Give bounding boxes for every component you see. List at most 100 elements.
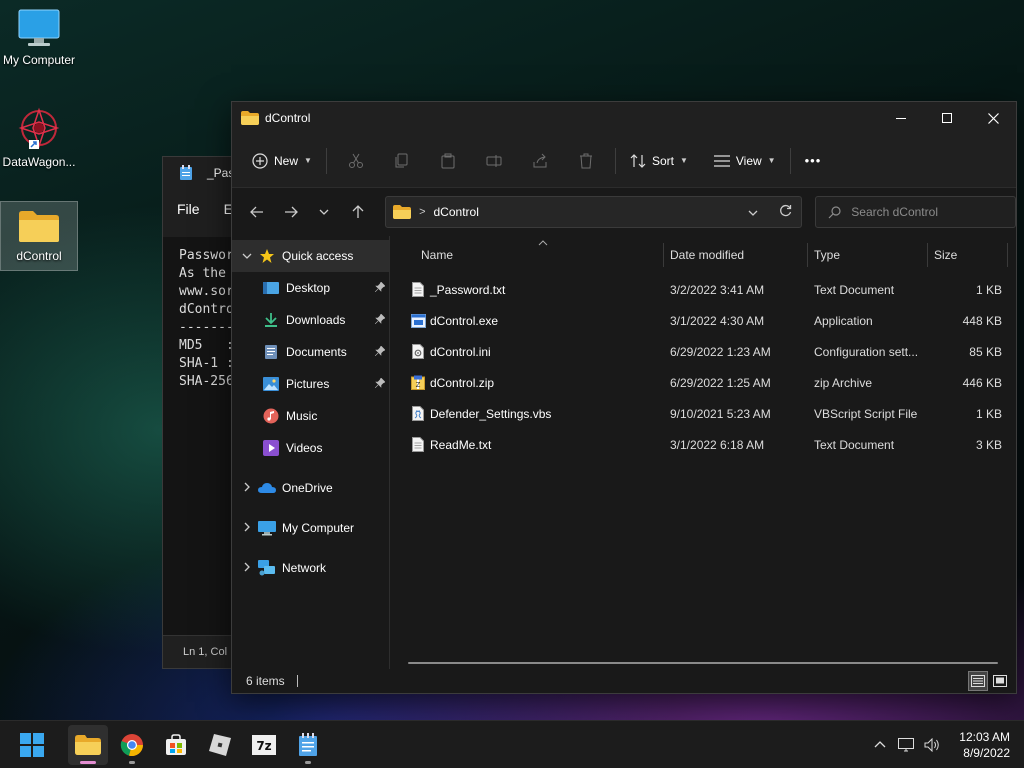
rename-button[interactable] <box>471 145 517 177</box>
column-header-date[interactable]: Date modified <box>664 243 808 267</box>
clipboard-icon <box>441 153 455 168</box>
copy-icon <box>395 153 408 167</box>
nav-label: Desktop <box>286 281 331 295</box>
forward-button[interactable] <box>274 196 308 228</box>
file-row[interactable]: dControl.exe 3/1/2022 4:30 AM Applicatio… <box>390 305 1016 336</box>
nav-onedrive[interactable]: OneDrive <box>232 472 389 504</box>
explorer-titlebar[interactable]: dControl <box>232 102 1016 134</box>
column-header-name[interactable]: Name <box>390 243 664 267</box>
up-button[interactable] <box>341 196 375 228</box>
arrow-up-icon <box>352 205 364 218</box>
file-type: Configuration sett... <box>814 344 919 359</box>
text-file-icon <box>410 437 426 453</box>
desktop-icon-my-computer[interactable]: My Computer <box>0 8 78 78</box>
folder-icon <box>393 205 412 219</box>
search-box[interactable] <box>815 196 1016 228</box>
taskbar-store[interactable] <box>156 725 196 765</box>
clock[interactable]: 12:03 AM 8/9/2022 <box>959 729 1010 761</box>
show-hidden-icons-button[interactable] <box>871 736 889 754</box>
nav-desktop[interactable]: Desktop <box>232 272 389 304</box>
breadcrumb-chevron-icon: > <box>419 206 426 218</box>
file-size: 1 KB <box>975 406 1002 421</box>
view-button[interactable]: View ▼ <box>706 145 784 177</box>
navigation-bar: > dControl <box>232 188 1016 236</box>
file-row[interactable]: Z dControl.zip 6/29/2022 1:25 AM zip Arc… <box>390 367 1016 398</box>
file-row[interactable]: _Password.txt 3/2/2022 3:41 AM Text Docu… <box>390 274 1016 305</box>
chevron-right-icon[interactable] <box>236 522 258 534</box>
desktop-icon-dcontrol[interactable]: dControl <box>0 201 78 271</box>
delete-button[interactable] <box>563 145 609 177</box>
maximize-icon <box>942 113 952 123</box>
nav-quick-access[interactable]: Quick access <box>232 240 389 272</box>
details-view-button[interactable] <box>968 671 988 691</box>
file-name: _Password.txt <box>430 282 506 297</box>
start-button[interactable] <box>12 725 52 765</box>
chevron-down-icon <box>319 209 329 215</box>
taskbar-roblox[interactable] <box>200 725 240 765</box>
chrome-icon <box>120 733 144 756</box>
nav-label: Quick access <box>282 249 354 263</box>
nav-documents[interactable]: Documents <box>232 336 389 368</box>
new-button[interactable]: New ▼ <box>244 145 320 177</box>
address-dropdown-button[interactable] <box>737 205 769 219</box>
file-row[interactable]: dControl.ini 6/29/2022 1:23 AM Configura… <box>390 336 1016 367</box>
taskbar-chrome[interactable] <box>112 725 152 765</box>
volume-tray-button[interactable] <box>923 736 941 754</box>
nav-network[interactable]: Network <box>232 552 389 584</box>
nav-my-computer[interactable]: My Computer <box>232 512 389 544</box>
nav-videos[interactable]: Videos <box>232 432 389 464</box>
file-explorer-window[interactable]: dControl New ▼ Sort ▼ View ▼ ••• > dCont… <box>231 101 1017 694</box>
file-row[interactable]: ReadMe.txt 3/1/2022 6:18 AM Text Documen… <box>390 429 1016 460</box>
status-bar: 6 items <box>232 669 1016 693</box>
notepad-menu-file[interactable]: File <box>177 201 200 217</box>
download-icon <box>262 312 280 328</box>
sort-button[interactable]: Sort ▼ <box>622 145 696 177</box>
file-name: dControl.exe <box>430 313 499 328</box>
taskbar-7zip[interactable]: 7z <box>244 725 284 765</box>
more-options-button[interactable]: ••• <box>797 145 830 177</box>
paste-button[interactable] <box>425 145 471 177</box>
horizontal-scrollbar[interactable] <box>408 662 998 664</box>
copy-button[interactable] <box>379 145 425 177</box>
nav-downloads[interactable]: Downloads <box>232 304 389 336</box>
close-button[interactable] <box>970 102 1016 134</box>
file-row[interactable]: Defender_Settings.vbs 9/10/2021 5:23 AM … <box>390 398 1016 429</box>
network-tray-button[interactable] <box>897 736 915 754</box>
maximize-button[interactable] <box>924 102 970 134</box>
breadcrumb-folder[interactable]: dControl <box>434 205 479 219</box>
search-icon <box>828 205 841 218</box>
new-button-label: New <box>274 153 299 168</box>
pin-icon <box>374 312 386 327</box>
tiles-view-button[interactable] <box>990 671 1010 691</box>
column-header-type[interactable]: Type <box>808 243 928 267</box>
store-bag-icon <box>166 733 186 755</box>
recent-locations-button[interactable] <box>308 196 342 228</box>
chevron-right-icon[interactable] <box>236 482 258 494</box>
back-button[interactable] <box>240 196 274 228</box>
chevron-right-icon[interactable] <box>236 562 258 574</box>
svg-text:Z: Z <box>416 381 421 389</box>
share-button[interactable] <box>517 145 563 177</box>
search-input[interactable] <box>851 205 1002 219</box>
nav-label: Videos <box>286 441 323 455</box>
folder-icon <box>19 211 59 242</box>
cloud-icon <box>258 480 276 496</box>
column-header-size[interactable]: Size <box>928 243 1008 267</box>
cut-button[interactable] <box>333 145 379 177</box>
taskbar-notepad[interactable] <box>288 725 328 765</box>
nav-music[interactable]: Music <box>232 400 389 432</box>
refresh-button[interactable] <box>769 204 801 220</box>
address-bar[interactable]: > dControl <box>385 196 803 228</box>
nav-pictures[interactable]: Pictures <box>232 368 389 400</box>
command-bar: New ▼ Sort ▼ View ▼ ••• <box>232 134 1016 188</box>
minimize-button[interactable] <box>878 102 924 134</box>
item-count: 6 items <box>246 674 285 688</box>
chevron-down-icon[interactable] <box>236 251 258 261</box>
file-date: 6/29/2022 1:23 AM <box>670 344 771 359</box>
file-size: 3 KB <box>975 437 1002 452</box>
taskbar-file-explorer[interactable] <box>68 724 108 765</box>
chevron-up-icon <box>874 741 886 748</box>
taskbar: 7z 12:03 AM 8/9/2022 <box>0 720 1024 768</box>
roblox-icon <box>209 733 231 756</box>
desktop-icon-datawagon[interactable]: DataWagon... <box>0 106 78 176</box>
